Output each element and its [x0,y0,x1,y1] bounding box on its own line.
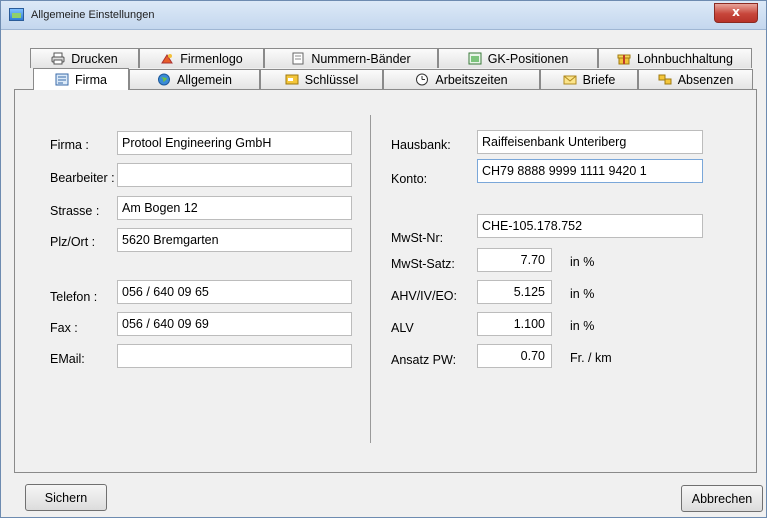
tab-label: Firmenlogo [180,51,243,66]
mwst-nr-field[interactable]: CHE-105.178.752 [477,214,703,238]
plzort-field[interactable]: 5620 Bremgarten [117,228,352,252]
users-icon [658,73,672,86]
app-icon [9,8,24,21]
tab-nummern-baender[interactable]: Nummern-Bänder [264,48,438,68]
tab-row-back: Drucken Firmenlogo Nummern-Bänder GK-Pos… [30,48,752,68]
tab-firmenlogo[interactable]: Firmenlogo [139,48,264,68]
tab-lohnbuchhaltung[interactable]: Lohnbuchhaltung [598,48,752,68]
email-field[interactable] [117,344,352,368]
tab-allgemein[interactable]: Allgemein [129,69,260,89]
globe-icon [157,73,171,86]
column-divider [370,115,371,443]
window-title: Allgemeine Einstellungen [31,9,155,21]
settings-window: Allgemeine Einstellungen x Drucken Firme… [0,0,767,518]
konto-field[interactable]: CH79 8888 9999 1111 9420 1 [477,159,703,183]
save-button[interactable]: Sichern [25,484,107,511]
envelope-icon [563,73,577,86]
title-bar[interactable]: Allgemeine Einstellungen x [1,1,766,30]
gift-icon [617,52,631,65]
ahv-label: AHV/IV/EO: [391,289,457,303]
tab-label: Lohnbuchhaltung [637,51,733,66]
tab-label: GK-Positionen [487,51,569,66]
tab-label: Schlüssel [304,72,359,87]
hausbank-label: Hausbank: [391,138,451,152]
hausbank-field[interactable]: Raiffeisenbank Unteriberg [477,130,703,154]
ansatz-pw-label: Ansatz PW: [391,353,457,367]
alv-label: ALV [391,321,414,335]
tab-label: Absenzen [677,72,734,87]
save-button-label: Sichern [44,490,88,505]
cancel-button[interactable]: Abbrechen [681,485,763,512]
tab-label: Arbeitszeiten [435,72,508,87]
ansatz-pw-field[interactable]: 0.70 [477,344,552,368]
tab-drucken[interactable]: Drucken [30,48,139,68]
tab-schluessel[interactable]: Schlüssel [260,69,383,89]
tab-briefe[interactable]: Briefe [540,69,638,89]
fax-label: Fax : [50,321,78,335]
telefon-label: Telefon : [50,290,98,304]
firma-field[interactable]: Protool Engineering GmbH [117,131,352,155]
mwst-nr-label: MwSt-Nr: [391,231,444,245]
mwst-satz-unit: in % [570,255,595,269]
ahv-unit: in % [570,287,595,301]
ansatz-pw-unit: Fr. / km [570,351,612,365]
paint-icon [160,52,174,65]
strasse-label: Strasse : [50,204,100,218]
tab-label: Briefe [582,72,616,87]
tab-gk-positionen[interactable]: GK-Positionen [438,48,598,68]
tab-label: Firma [75,72,107,87]
close-button[interactable]: x [714,3,758,23]
tab-arbeitszeiten[interactable]: Arbeitszeiten [383,69,540,89]
cancel-button-label: Abbrechen [691,491,753,506]
alv-unit: in % [570,319,595,333]
document-icon [291,52,305,65]
tab-row-front: Firma Allgemein Schlüssel Arbeitszeiten … [33,68,753,90]
email-label: EMail: [50,352,85,366]
fax-field[interactable]: 056 / 640 09 69 [117,312,352,336]
close-icon: x [732,5,740,19]
konto-label: Konto: [391,172,428,186]
key-card-icon [285,73,299,86]
mwst-satz-field[interactable]: 7.70 [477,248,552,272]
tab-label: Nummern-Bänder [311,51,411,66]
clock-icon [415,73,429,86]
ahv-field[interactable]: 5.125 [477,280,552,304]
alv-field[interactable]: 1.100 [477,312,552,336]
mwst-satz-label: MwSt-Satz: [391,257,455,271]
firma-label: Firma : [50,138,89,152]
plzort-label: Plz/Ort : [50,235,96,249]
tab-firma[interactable]: Firma [33,68,129,90]
strasse-field[interactable]: Am Bogen 12 [117,196,352,220]
tab-label: Drucken [71,51,118,66]
tab-absenzen[interactable]: Absenzen [638,69,753,89]
bearbeiter-label: Bearbeiter : [50,171,115,185]
printer-icon [51,52,65,65]
tab-label: Allgemein [177,72,232,87]
form-icon [55,73,69,86]
window-icon [468,52,482,65]
bearbeiter-field[interactable] [117,163,352,187]
telefon-field[interactable]: 056 / 640 09 65 [117,280,352,304]
